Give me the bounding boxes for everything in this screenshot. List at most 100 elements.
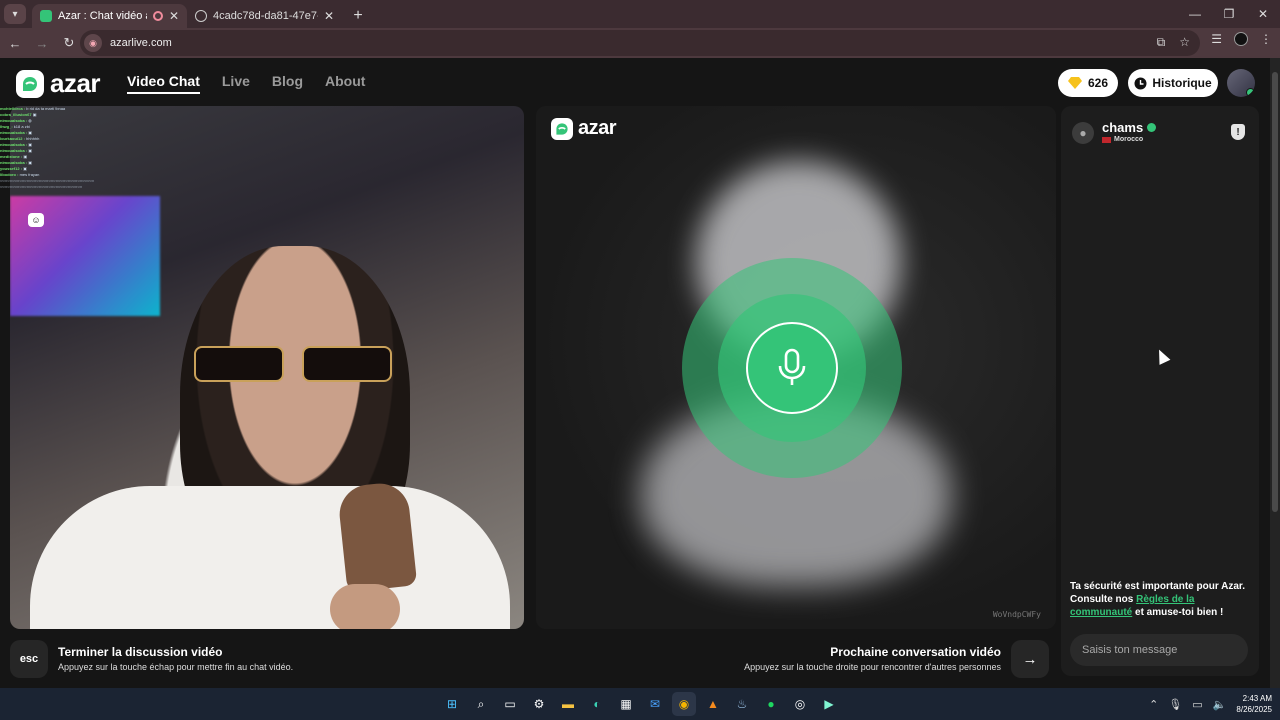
end-chat-key-button[interactable]: esc [10,640,48,678]
windows-start-icon[interactable]: ⊞ [440,692,464,716]
forward-arrow-icon[interactable]: → [30,31,54,55]
browser-tab-second[interactable]: 4cadc78d-da81-47e7-91f2-7e3 ✕ [187,4,342,28]
system-clock[interactable]: 2:43 AM 8/26/2025 [1236,693,1272,715]
peer-avatar-icon: ● [1072,122,1094,144]
site-info-icon[interactable]: ◉ [84,34,102,52]
end-chat-title: Terminer la discussion vidéo [58,645,223,659]
page-scrollbar[interactable] [1270,58,1280,688]
tab-search-button[interactable]: ▾ [4,4,26,24]
profile-avatar-icon[interactable] [1234,32,1248,46]
clock-time: 2:43 AM [1242,694,1272,703]
online-indicator-icon [1246,88,1255,97]
next-chat-arrow-button[interactable]: → [1011,640,1049,678]
remote-video-feed: azar WoVndpCWFy [536,106,1056,629]
next-chat-title: Prochaine conversation vidéo [830,645,1001,659]
vlc-icon[interactable]: ▲ [701,692,725,716]
omnibox-actions: ⧉ ☆ [1157,35,1190,50]
nav-video-chat[interactable]: Video Chat [127,73,200,94]
close-window-icon[interactable]: ✕ [1246,0,1280,28]
restore-icon[interactable]: ❐ [1212,0,1246,28]
peer-info[interactable]: ● chams Morocco [1072,120,1157,144]
obs-icon[interactable]: ◎ [788,692,812,716]
task-view-icon[interactable]: ▭ [498,692,522,716]
window-controls: — ❐ ✕ [1178,0,1280,28]
chat-side-panel: ● chams Morocco ! Ta sécurité est import… [1061,106,1259,676]
new-tab-button[interactable]: + [346,4,370,28]
spotify-icon[interactable]: ● [759,692,783,716]
cast-icon[interactable]: ⧉ [1157,35,1166,50]
minimize-icon[interactable]: — [1178,0,1212,28]
globe-icon [195,10,207,22]
report-shield-icon[interactable]: ! [1231,124,1245,140]
network-icon[interactable]: ▭ [1192,698,1202,711]
scrollbar-thumb[interactable] [1272,72,1278,512]
microphone-indicator [746,322,838,414]
outlook-icon[interactable]: ✉ [643,692,667,716]
toolbar-actions: ☰ ⋮ [1211,32,1272,46]
close-tab-icon[interactable]: ✕ [324,9,334,23]
nav-live[interactable]: Live [222,73,250,94]
stream-id: WoVndpCWFy [992,610,1041,619]
clock-date: 8/26/2025 [1236,705,1272,714]
video-watermark-logo: azar [551,117,617,140]
steam-icon[interactable]: ♨ [730,692,754,716]
browser-toolbar: ← → ↻ ◉ azarlive.com ⧉ ☆ ☰ ⋮ [0,28,1280,58]
menu-kebab-icon[interactable]: ⋮ [1260,32,1272,46]
tray-mic-icon[interactable]: 🎙 [1168,698,1182,711]
peer-name-row: chams [1102,120,1157,135]
nav-about[interactable]: About [325,73,365,94]
volume-icon[interactable]: 🔈 [1213,698,1227,711]
store-icon[interactable]: ▦ [614,692,638,716]
browser-tab-strip: ▾ Azar : Chat vidéo avec de n ✕ 4cadc78d… [0,0,1280,28]
peer-name: chams [1102,120,1144,135]
filter-face-icon[interactable]: ☺ [28,213,44,227]
peer-country: Morocco [1114,136,1144,143]
tray-chevron-up-icon[interactable]: ⌃ [1149,698,1158,711]
browser-tab-azar[interactable]: Azar : Chat vidéo avec de n ✕ [32,4,187,28]
bookmark-star-icon[interactable]: ☆ [1179,35,1190,50]
azar-logo-icon [551,117,573,140]
person-shirt [30,486,510,629]
azar-logo[interactable]: azar [16,68,101,99]
verified-shield-icon [1147,123,1157,132]
tab-title: 4cadc78d-da81-47e7-91f2-7e3 [213,10,318,22]
end-chat-hint: Appuyez sur la touche échap pour mettre … [58,662,294,672]
file-explorer-icon[interactable]: ▬ [556,692,580,716]
history-button[interactable]: Historique [1128,69,1218,97]
chat-line: ○○○○○○○○○○○○○○○○○○○○○○○○○○○○○○○○○○ [0,184,83,189]
next-chat-hint: Appuyez sur la touche droite pour rencon… [744,662,1001,672]
morocco-flag-icon [1102,136,1111,143]
clock-icon [1134,77,1147,89]
history-label: Historique [1152,76,1212,90]
system-tray: ⌃ 🎙 ▭ 🔈 2:43 AM 8/26/2025 [1149,693,1272,715]
search-icon[interactable]: ⌕ [469,692,493,716]
microphone-icon [778,348,806,385]
logo-wordmark: azar [50,68,101,98]
watermark-wordmark: azar [578,117,617,139]
azar-favicon-icon [40,10,52,22]
chrome-icon[interactable]: ◉ [672,692,696,716]
tab-title: Azar : Chat vidéo avec de n [58,10,147,22]
message-input[interactable] [1070,634,1248,666]
url-text: azarlive.com [110,37,172,49]
settings-gear-icon[interactable]: ⚙ [527,692,551,716]
user-avatar[interactable] [1227,69,1255,97]
reading-list-icon[interactable]: ☰ [1211,32,1222,46]
address-bar[interactable]: ◉ azarlive.com ⧉ ☆ [80,30,1200,56]
person-sunglasses [185,346,400,386]
gem-icon [1067,77,1082,89]
stream-chat-overlay: mohtelbirca : b rid da ta marti !bnaa co… [0,106,170,190]
nav-blog[interactable]: Blog [272,73,303,94]
taskbar-apps: ⊞ ⌕ ▭ ⚙ ▬ ◐ ▦ ✉ ◉ ▲ ♨ ● ◎ ▶ [440,692,841,716]
gems-button[interactable]: 626 [1058,69,1118,97]
close-tab-icon[interactable]: ✕ [169,9,179,23]
main-nav: Video Chat Live Blog About [127,73,365,94]
back-arrow-icon[interactable]: ← [3,31,27,55]
azar-page: azar Video Chat Live Blog About 626 Hist… [0,58,1270,688]
reload-icon[interactable]: ↻ [57,31,81,55]
edge-browser-icon[interactable]: ◐ [585,692,609,716]
streamlabs-icon[interactable]: ▶ [817,692,841,716]
gems-count: 626 [1087,76,1109,90]
safety-notice: Ta sécurité est importante pour Azar. Co… [1070,580,1252,619]
azar-logo-icon [16,69,44,98]
